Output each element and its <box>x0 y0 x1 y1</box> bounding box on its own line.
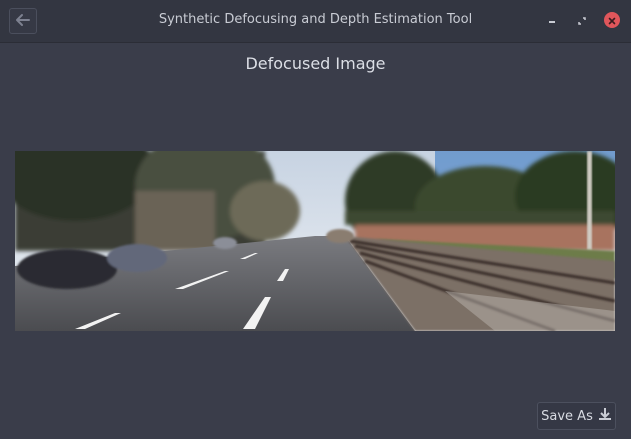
page-title: Defocused Image <box>245 54 386 73</box>
minimize-button[interactable] <box>544 12 560 28</box>
save-as-button[interactable]: Save As <box>537 402 616 430</box>
close-button[interactable] <box>604 12 620 28</box>
save-as-label: Save As <box>541 408 593 424</box>
maximize-button[interactable] <box>574 12 590 28</box>
maximize-icon <box>577 11 587 30</box>
close-icon <box>607 11 617 30</box>
download-icon <box>598 407 612 425</box>
minimize-icon <box>547 11 557 30</box>
title-bar: Synthetic Defocusing and Depth Estimatio… <box>0 0 631 43</box>
window-title: Synthetic Defocusing and Depth Estimatio… <box>158 12 473 27</box>
defocused-image <box>15 151 615 331</box>
